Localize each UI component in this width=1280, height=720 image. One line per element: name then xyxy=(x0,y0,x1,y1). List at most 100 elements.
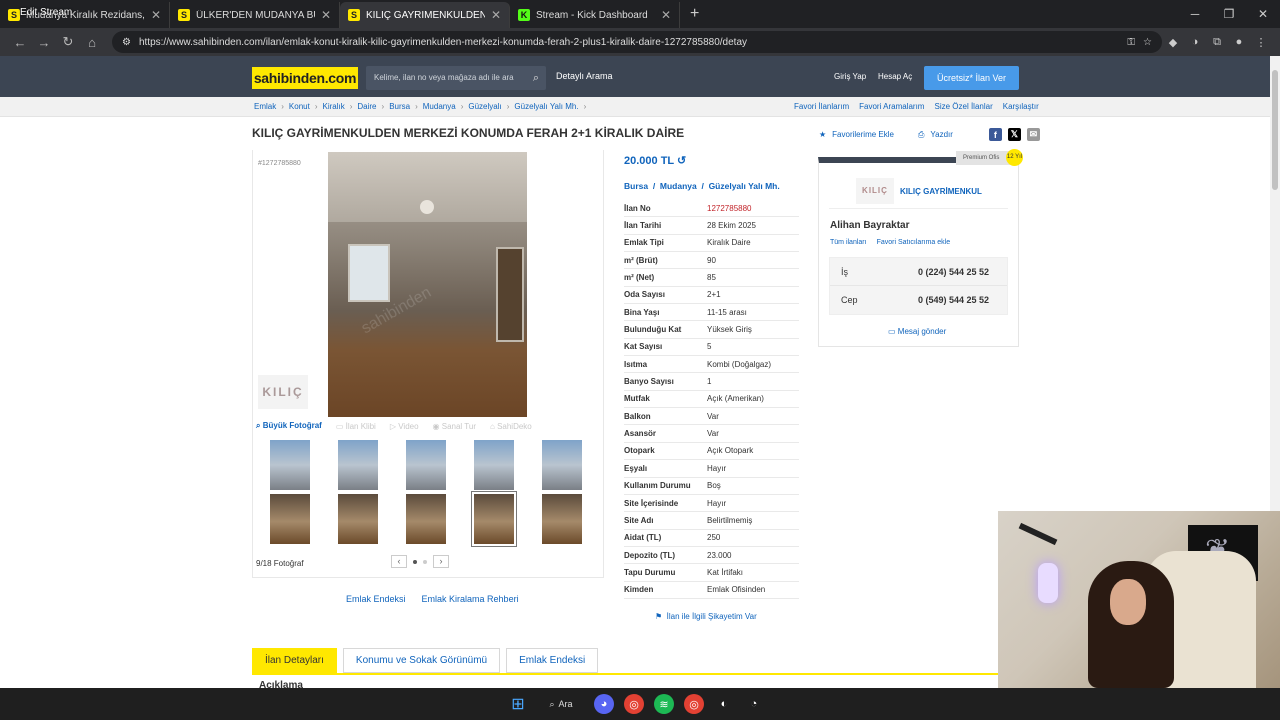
photo-thumbnail[interactable] xyxy=(270,494,310,544)
app-icon[interactable]: ◔ xyxy=(744,694,764,714)
breadcrumb-item[interactable]: Mudanya xyxy=(423,102,456,111)
chrome-icon[interactable]: ◎ xyxy=(624,694,644,714)
breadcrumb: Emlak › Konut › Kiralık › Daire › Bursa › Mud… xyxy=(0,97,1270,117)
browser-tab-4[interactable]: K Stream - Kick Dashboard ✕ xyxy=(510,2,680,28)
photo-thumbnail[interactable] xyxy=(542,440,582,490)
breadcrumb-item[interactable]: Daire xyxy=(357,102,376,111)
windows-start-icon[interactable]: ⊞ xyxy=(508,694,528,714)
all-ads-link[interactable]: Tüm ilanları xyxy=(830,239,867,246)
extension-icon[interactable]: ◑ xyxy=(1184,36,1206,48)
agency-logo[interactable]: KILIÇ xyxy=(856,178,894,204)
page-dot[interactable] xyxy=(413,559,417,564)
close-tab-icon[interactable]: ✕ xyxy=(151,8,161,22)
special-ads-link[interactable]: Size Özel İlanlar xyxy=(934,102,992,111)
location-district[interactable]: Mudanya xyxy=(660,181,697,191)
breadcrumb-item[interactable]: Güzelyalı Yalı Mh. xyxy=(514,102,578,111)
agency-name[interactable]: KILIÇ GAYRİMENKUL xyxy=(900,187,982,196)
detail-value: 5 xyxy=(707,342,712,352)
email-icon[interactable]: ✉ xyxy=(1026,128,1040,141)
app-icon[interactable]: ◐ xyxy=(714,694,734,714)
close-tab-icon[interactable]: ✕ xyxy=(661,8,671,22)
breadcrumb-item[interactable]: Emlak xyxy=(254,102,276,111)
browser-menu-icon[interactable]: ⋮ xyxy=(1250,36,1272,49)
minimize-icon[interactable]: ─ xyxy=(1178,0,1212,28)
forward-icon[interactable]: → xyxy=(32,35,56,50)
search-input[interactable]: Kelime, ilan no veya mağaza adı ile ara … xyxy=(366,66,546,90)
large-photo-tab[interactable]: ⌕ Büyük Fotoğraf xyxy=(256,421,322,431)
reload-icon[interactable]: ↻ xyxy=(56,34,80,50)
detail-label: Emlak Tipi xyxy=(624,238,664,248)
photo-thumbnail[interactable] xyxy=(406,494,446,544)
detail-label: Bulunduğu Kat xyxy=(624,325,682,335)
main-photo[interactable]: sahibinden xyxy=(328,152,527,417)
location-neighborhood[interactable]: Güzelyalı Yalı Mh. xyxy=(709,181,780,191)
photo-thumbnail[interactable] xyxy=(270,440,310,490)
bookmark-star-icon[interactable]: ☆ xyxy=(1143,37,1152,48)
spotify-icon[interactable]: ≋ xyxy=(654,694,674,714)
back-icon[interactable]: ← xyxy=(8,35,32,50)
tab-location-street-view[interactable]: Konumu ve Sokak Görünümü xyxy=(342,648,501,673)
register-link[interactable]: Hesap Aç xyxy=(878,72,912,81)
breadcrumb-item[interactable]: Güzelyalı xyxy=(468,102,501,111)
phone-number[interactable]: 0 (224) 544 25 52 xyxy=(918,267,989,277)
sahibinden-logo[interactable]: sahibinden.com xyxy=(252,67,358,89)
detail-label: Bina Yaşı xyxy=(624,307,660,317)
login-link[interactable]: Giriş Yap xyxy=(834,72,866,81)
photo-thumbnail[interactable] xyxy=(338,440,378,490)
page-dot[interactable] xyxy=(423,559,427,564)
key-icon[interactable]: ⚿ xyxy=(1127,37,1135,48)
favorite-star-icon[interactable]: ★ xyxy=(819,130,826,139)
favorite-seller-link[interactable]: Favori Satıcılarıma ekle xyxy=(877,239,951,246)
photo-thumbnail[interactable] xyxy=(338,494,378,544)
close-tab-icon[interactable]: ✕ xyxy=(491,8,501,22)
phone-number[interactable]: 0 (549) 544 25 52 xyxy=(918,295,989,305)
home-icon[interactable]: ⌂ xyxy=(80,35,104,50)
breadcrumb-item[interactable]: Kiralık xyxy=(322,102,344,111)
post-ad-button[interactable]: Ücretsiz* İlan Ver xyxy=(924,66,1019,90)
photo-thumbnail[interactable] xyxy=(406,440,446,490)
send-message-link[interactable]: ▭ Mesaj gönder xyxy=(888,327,946,336)
browser-tab-3-active[interactable]: S KILIÇ GAYRİMENKULDEN MERKEZİ ✕ xyxy=(340,2,510,28)
x-twitter-icon[interactable]: 𝕏 xyxy=(1007,128,1021,141)
price-history-icon[interactable]: ↺ xyxy=(677,155,686,167)
location-city[interactable]: Bursa xyxy=(624,181,648,191)
discord-icon[interactable]: ◕ xyxy=(594,694,614,714)
close-window-icon[interactable]: ✕ xyxy=(1246,0,1280,28)
detailed-search-link[interactable]: Detaylı Arama xyxy=(556,71,613,81)
site-info-icon[interactable]: ⚙ xyxy=(122,37,131,48)
print-link[interactable]: Yazdır xyxy=(930,130,953,139)
tab-listing-details[interactable]: İlan Detayları xyxy=(252,648,337,673)
emlak-endeksi-link[interactable]: Emlak Endeksi xyxy=(346,594,406,604)
favorite-searches-link[interactable]: Favori Aramalarım xyxy=(859,102,924,111)
detail-label: Aidat (TL) xyxy=(624,533,662,543)
extension-icon[interactable]: ◆ xyxy=(1162,36,1184,49)
extensions-puzzle-icon[interactable]: ⧉ xyxy=(1206,36,1228,49)
profile-avatar-icon[interactable]: ● xyxy=(1228,36,1250,48)
add-favorite-link[interactable]: Favorilerime Ekle xyxy=(832,130,894,139)
print-icon[interactable]: ⎙ xyxy=(918,130,924,140)
close-tab-icon[interactable]: ✕ xyxy=(321,8,331,22)
complaint-link[interactable]: ⚑ İlan ile İlgili Şikayetim Var xyxy=(655,612,757,621)
favorite-ads-link[interactable]: Favori İlanlarım xyxy=(794,102,849,111)
tab-real-estate-index[interactable]: Emlak Endeksi xyxy=(506,648,599,673)
photo-thumbnail[interactable] xyxy=(542,494,582,544)
detail-value: Var xyxy=(707,429,719,439)
chrome-profile-icon[interactable]: ◎ xyxy=(684,694,704,714)
rental-guide-link[interactable]: Emlak Kiralama Rehberi xyxy=(422,594,519,604)
prev-page-button[interactable]: ‹ xyxy=(391,555,407,568)
detail-label: Eşyalı xyxy=(624,463,648,473)
compare-link[interactable]: Karşılaştır xyxy=(1003,102,1039,111)
breadcrumb-item[interactable]: Konut xyxy=(289,102,310,111)
next-page-button[interactable]: › xyxy=(433,555,449,568)
search-icon[interactable]: ⌕ xyxy=(533,66,539,90)
detail-label: m² (Brüt) xyxy=(624,255,658,265)
photo-thumbnail[interactable] xyxy=(474,440,514,490)
taskbar-search[interactable]: ⌕ Ara xyxy=(538,699,584,710)
browser-tab-2[interactable]: S ÜLKER'DEN MUDANYA BURGAZ ✕ xyxy=(170,2,340,28)
url-field[interactable]: ⚙ https://www.sahibinden.com/ilan/emlak-… xyxy=(112,31,1162,53)
facebook-icon[interactable]: f xyxy=(988,128,1002,141)
breadcrumb-item[interactable]: Bursa xyxy=(389,102,410,111)
photo-thumbnail-selected[interactable] xyxy=(471,491,517,547)
restore-icon[interactable]: ❐ xyxy=(1212,0,1246,28)
new-tab-icon[interactable]: + xyxy=(680,5,709,23)
